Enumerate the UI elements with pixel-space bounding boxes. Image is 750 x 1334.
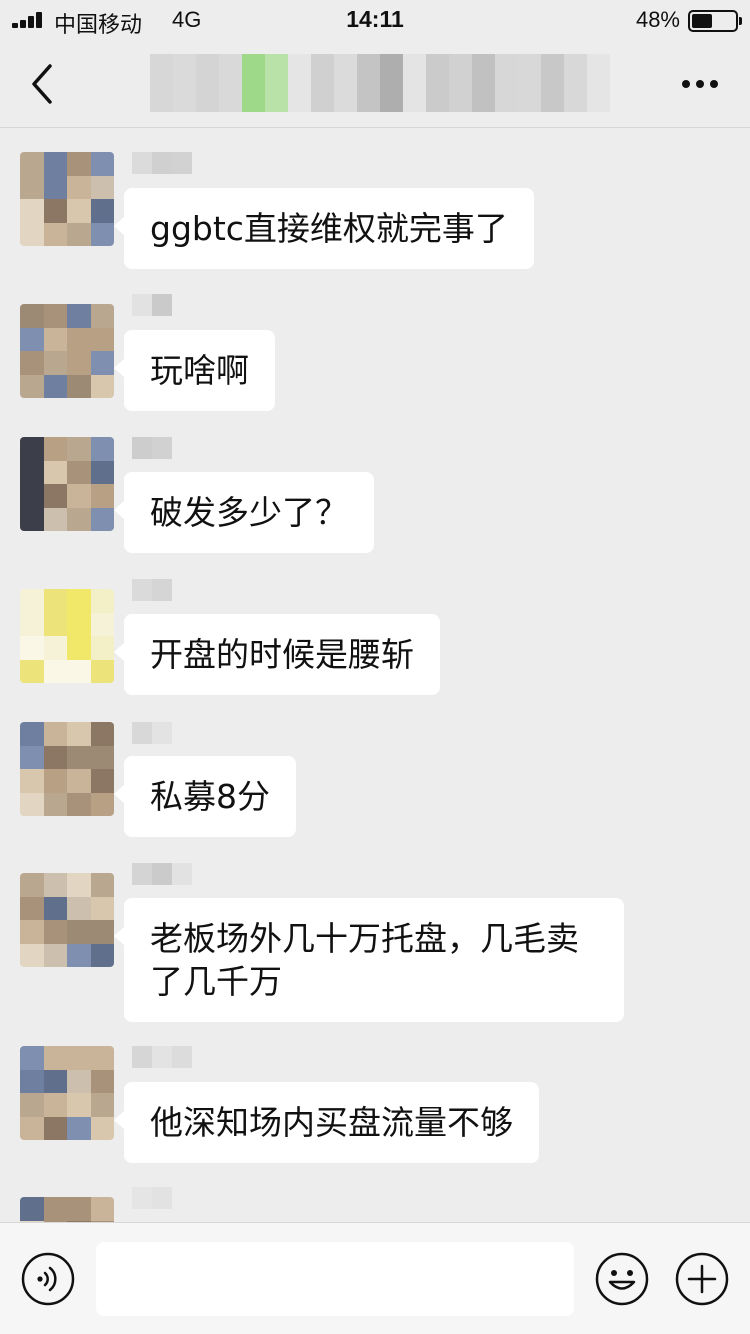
avatar[interactable]: [20, 437, 114, 531]
avatar[interactable]: [20, 304, 114, 398]
message-input[interactable]: [96, 1242, 574, 1316]
message-bubble[interactable]: 破发多少了？: [114, 472, 374, 553]
sender-name-pixelated: [132, 863, 192, 885]
message-bubble[interactable]: 开盘的时候是腰斩: [114, 614, 440, 695]
sender-name-pixelated: [132, 1046, 192, 1068]
sender-name-pixelated: [132, 579, 172, 601]
chat-header: [0, 40, 750, 128]
message-list[interactable]: ggbtc直接维权就完事了 玩啥啊 破发多少了？ 开盘的时候是腰斩 私募8分 老…: [0, 129, 750, 1222]
battery-percent: 48%: [635, 7, 680, 32]
avatar[interactable]: [20, 1197, 114, 1222]
input-bar: [0, 1222, 750, 1334]
message-bubble[interactable]: 私募8分: [114, 756, 296, 837]
avatar[interactable]: [20, 589, 114, 683]
avatar[interactable]: [20, 722, 114, 816]
message-bubble[interactable]: ggbtc直接维权就完事了: [114, 188, 534, 269]
smiley-icon[interactable]: [594, 1251, 650, 1307]
battery-icon: [688, 10, 742, 32]
sender-name-pixelated: [132, 152, 192, 174]
sender-name-pixelated: [132, 437, 172, 459]
avatar[interactable]: [20, 152, 114, 246]
sender-name-pixelated: [132, 294, 172, 316]
chevron-left-icon[interactable]: [28, 62, 60, 106]
status-bar: 中国移动 4G 14:11 48%: [0, 0, 750, 40]
battery-level: [692, 14, 712, 28]
sender-name-pixelated: [132, 1187, 172, 1209]
ellipsis-icon[interactable]: [680, 68, 720, 100]
voice-icon[interactable]: [20, 1251, 76, 1307]
message-bubble[interactable]: 老板场外几十万托盘，几毛卖了几千万: [114, 898, 624, 1022]
sender-name-pixelated: [132, 722, 172, 744]
plus-circle-icon[interactable]: [674, 1251, 730, 1307]
avatar[interactable]: [20, 1046, 114, 1140]
message-bubble[interactable]: 玩啥啊: [114, 330, 275, 411]
chat-title-pixelated: [150, 54, 610, 112]
message-bubble[interactable]: 他深知场内买盘流量不够: [114, 1082, 539, 1163]
avatar[interactable]: [20, 873, 114, 967]
